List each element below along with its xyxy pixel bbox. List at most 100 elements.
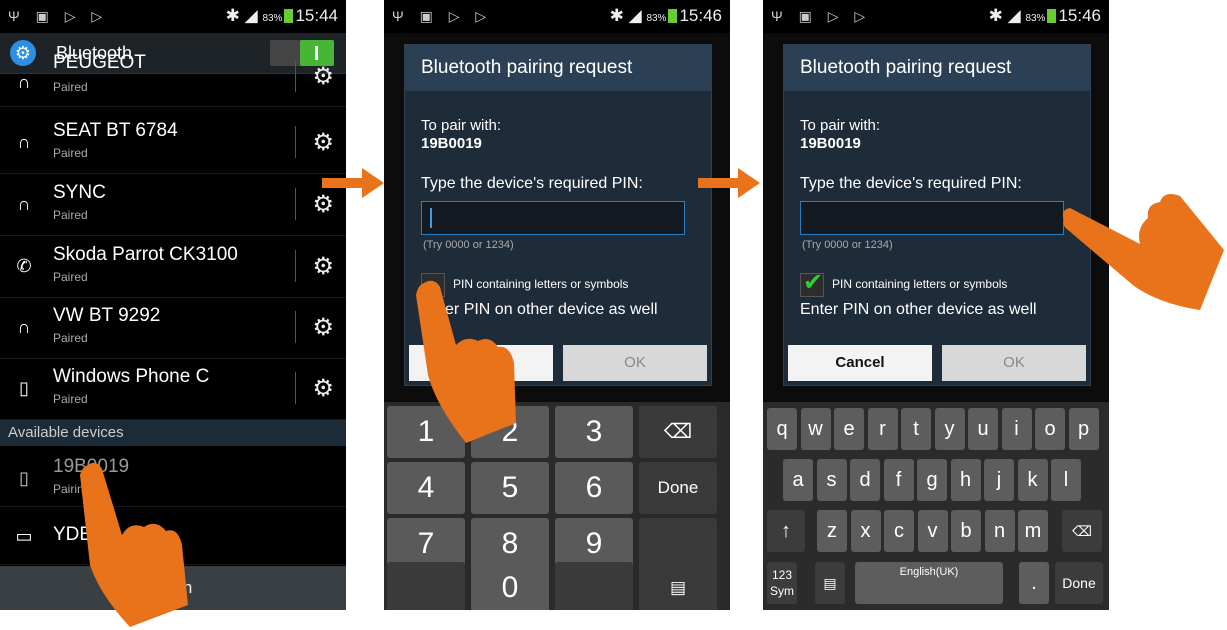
- device-name: Windows Phone C: [53, 366, 210, 387]
- device-settings-icon[interactable]: ⚙: [312, 313, 334, 342]
- key-s[interactable]: s: [816, 459, 847, 501]
- device-name: VW BT 9292: [53, 305, 161, 326]
- headset-icon: ∩: [17, 194, 31, 214]
- shift-key[interactable]: ↑: [767, 510, 805, 552]
- ok-button[interactable]: OK: [563, 345, 707, 381]
- key-4[interactable]: 4: [387, 462, 465, 514]
- device-row[interactable]: ▯ Windows Phone C Paired ⚙: [0, 358, 346, 420]
- done-key[interactable]: Done: [639, 462, 717, 514]
- key-y[interactable]: y: [934, 408, 965, 450]
- enter-pin-label: Enter PIN on other device as well: [800, 301, 1037, 318]
- key-i[interactable]: i: [1001, 408, 1032, 450]
- ok-button[interactable]: OK: [942, 345, 1086, 381]
- battery-percent: 83%: [1025, 13, 1046, 24]
- key-u[interactable]: u: [968, 408, 998, 450]
- key-p[interactable]: p: [1068, 408, 1099, 450]
- backspace-key[interactable]: ⌫: [639, 406, 717, 458]
- key-c[interactable]: c: [884, 510, 914, 552]
- device-settings-icon[interactable]: ⚙: [312, 252, 334, 281]
- arrow-right-icon: [322, 168, 384, 198]
- status-icons: Ψ ▣ ▷ ▷: [771, 8, 872, 24]
- device-name: Skoda Parrot CK3100: [53, 244, 238, 265]
- sym-key[interactable]: 123 Sym: [767, 562, 797, 604]
- period-key[interactable]: .: [1019, 562, 1049, 604]
- device-row[interactable]: ∩ PEUGEOT Paired ⚙: [0, 52, 346, 107]
- status-right: ✱ ◢ 83% 15:44: [225, 6, 338, 25]
- pin-input[interactable]: [421, 201, 685, 235]
- key-w[interactable]: w: [800, 408, 831, 450]
- key-t[interactable]: t: [901, 408, 931, 450]
- status-right: ✱ ◢ 83% 15:46: [988, 6, 1101, 25]
- device-row[interactable]: ∩ SEAT BT 6784 Paired ⚙: [0, 112, 346, 174]
- headset-icon: ∩: [17, 132, 31, 152]
- phone-screen-pin-qwerty: Ψ ▣ ▷ ▷ ✱ ◢ 83% 15:46 Bluetooth pairing r…: [763, 0, 1109, 610]
- device-settings-icon[interactable]: ⚙: [312, 128, 334, 157]
- device-status: Paired: [53, 392, 88, 406]
- device-status: Paired: [53, 80, 88, 94]
- headset-icon: ∩: [17, 317, 31, 337]
- key-v[interactable]: v: [917, 510, 948, 552]
- letters-symbols-checkbox[interactable]: ✔: [800, 269, 824, 297]
- device-row[interactable]: ∩ SYNC Paired ⚙: [0, 174, 346, 236]
- pointing-hand-icon: [1062, 194, 1224, 310]
- space-key[interactable]: English(UK): [855, 562, 1003, 604]
- pin-hint: (Try 0000 or 1234): [423, 239, 514, 251]
- key-5[interactable]: 5: [471, 462, 549, 514]
- key-o[interactable]: o: [1035, 408, 1065, 450]
- key-f[interactable]: f: [883, 459, 914, 501]
- key-a[interactable]: a: [783, 459, 813, 501]
- device-row[interactable]: ∩ VW BT 9292 Paired ⚙: [0, 297, 346, 359]
- available-devices-header: Available devices: [0, 420, 346, 446]
- key-x[interactable]: x: [850, 510, 881, 552]
- status-time: 15:44: [295, 6, 338, 25]
- device-id: 19B0019: [421, 135, 482, 152]
- status-icons: Ψ ▣ ▷ ▷: [8, 8, 109, 24]
- device-name: PEUGEOT: [53, 52, 146, 73]
- pin-input[interactable]: [800, 201, 1064, 235]
- battery-percent: 83%: [262, 13, 283, 24]
- device-settings-icon[interactable]: ⚙: [312, 62, 334, 91]
- pin-prompt: Type the device's required PIN:: [800, 175, 1022, 192]
- phone-handset-icon: ✆: [16, 256, 32, 276]
- key-3[interactable]: 3: [555, 406, 633, 458]
- clipboard-key[interactable]: ▤: [815, 562, 845, 604]
- headset-icon: ∩: [17, 72, 31, 92]
- key-r[interactable]: r: [867, 408, 898, 450]
- key-l[interactable]: l: [1051, 459, 1081, 501]
- key-j[interactable]: j: [984, 459, 1014, 501]
- key-k[interactable]: k: [1017, 459, 1048, 501]
- key-g[interactable]: g: [917, 459, 947, 501]
- battery-icon: [1047, 9, 1057, 23]
- key-z[interactable]: z: [817, 510, 847, 552]
- battery-icon: [284, 9, 294, 23]
- status-icons: Ψ ▣ ▷ ▷: [392, 8, 493, 24]
- mobile-icon: ▯: [19, 378, 29, 398]
- qwerty-keyboard: ↑ ⌫ 123 Sym ▤ English(UK) . Done qwertyu…: [763, 402, 1109, 610]
- checkbox-label: PIN containing letters or symbols: [832, 277, 1008, 291]
- device-row[interactable]: ✆ Skoda Parrot CK3100 Paired ⚙: [0, 236, 346, 298]
- key-e[interactable]: e: [834, 408, 864, 450]
- laptop-icon: ▭: [15, 526, 33, 546]
- device-name: SEAT BT 6784: [53, 120, 178, 141]
- status-time: 15:46: [1058, 6, 1101, 25]
- clipboard-key[interactable]: ▤: [639, 562, 717, 610]
- backspace-key[interactable]: ⌫: [1062, 510, 1102, 552]
- device-status: Paired: [53, 270, 88, 284]
- device-status: Paired: [53, 331, 88, 345]
- key-n[interactable]: n: [984, 510, 1015, 552]
- key-b[interactable]: b: [951, 510, 981, 552]
- key-6[interactable]: 6: [555, 462, 633, 514]
- checkmark-icon: ✔: [803, 269, 824, 296]
- key-h[interactable]: h: [950, 459, 981, 501]
- pin-prompt: Type the device's required PIN:: [421, 175, 643, 192]
- device-settings-icon[interactable]: ⚙: [312, 374, 334, 403]
- dialog-title: Bluetooth pairing request: [784, 45, 1090, 91]
- key-d[interactable]: d: [850, 459, 880, 501]
- cancel-button[interactable]: Cancel: [788, 345, 932, 381]
- key-0[interactable]: 0: [471, 562, 549, 610]
- device-status: Paired: [53, 146, 88, 160]
- key-m[interactable]: m: [1018, 510, 1048, 552]
- done-key[interactable]: Done: [1055, 562, 1103, 604]
- to-pair-label: To pair with:: [421, 117, 502, 134]
- key-q[interactable]: q: [767, 408, 797, 450]
